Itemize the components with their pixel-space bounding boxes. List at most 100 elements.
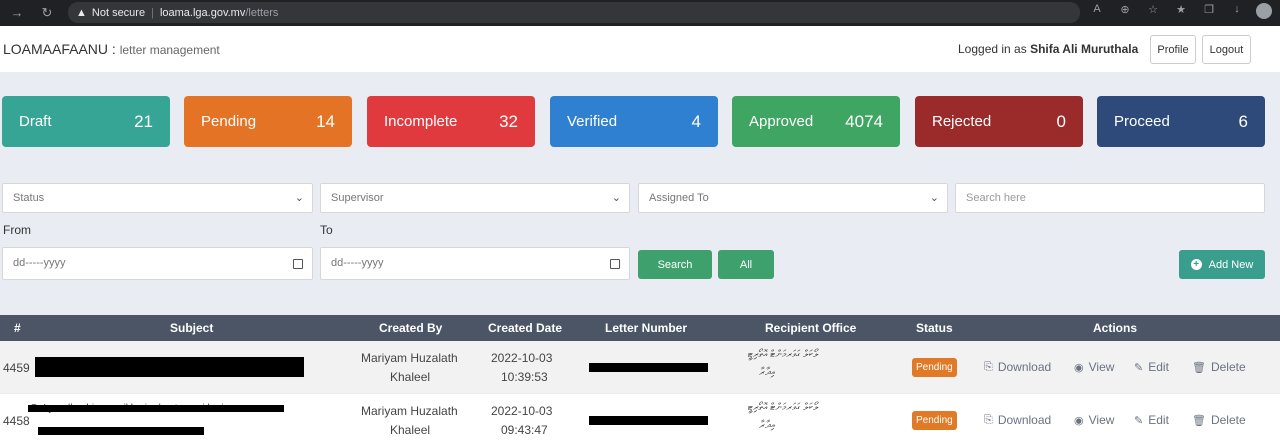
forward-icon[interactable]: → bbox=[4, 5, 30, 20]
card-incomplete[interactable]: Incomplete 32 bbox=[367, 96, 535, 147]
download-file-icon: ⎘ bbox=[984, 413, 993, 426]
view-label: View bbox=[1088, 360, 1115, 374]
url-host: loama.lga.gov.mv bbox=[159, 6, 246, 19]
recipient-line2: އިދާރާ bbox=[758, 367, 775, 378]
table-row: 4458 G. Lyundhoshi council kurir akuatam… bbox=[0, 394, 1280, 446]
calendar-icon[interactable] bbox=[293, 259, 303, 269]
eye-icon: ◉ bbox=[1074, 414, 1084, 427]
plus-circle-icon: + bbox=[1190, 259, 1202, 270]
card-draft[interactable]: Draft 21 bbox=[2, 96, 170, 147]
status-select[interactable]: Status ⌄ bbox=[2, 183, 313, 213]
chevron-down-icon: ⌄ bbox=[294, 192, 304, 204]
col-status: Status bbox=[916, 321, 953, 335]
view-label: View bbox=[1088, 413, 1115, 427]
browser-toolbar: → ↻ ▲ Not secure | loama.lga.gov.mv/lett… bbox=[0, 0, 1280, 26]
download-label: Download bbox=[997, 413, 1052, 427]
from-label: From bbox=[3, 223, 31, 237]
subject-redaction bbox=[38, 427, 204, 435]
collections-icon[interactable]: ❐ bbox=[1200, 3, 1218, 19]
status-badge: Pending bbox=[912, 411, 957, 430]
created-date: 2022-10-03 bbox=[491, 351, 553, 365]
brand: LOAMAAFAANU : letter management bbox=[3, 41, 220, 57]
calendar-icon[interactable] bbox=[610, 259, 620, 269]
edit-action[interactable]: ✎ Edit bbox=[1134, 360, 1169, 374]
edit-label: Edit bbox=[1148, 360, 1169, 374]
created-by-line1: Mariyam Huzalath bbox=[361, 404, 458, 418]
created-date: 2022-10-03 bbox=[491, 404, 553, 418]
profile-avatar[interactable] bbox=[1256, 3, 1272, 19]
letter-number-redaction bbox=[589, 416, 708, 425]
trash-icon: 🗑 bbox=[1192, 361, 1206, 374]
add-new-label: Add New bbox=[1208, 258, 1254, 271]
chevron-down-icon: ⌄ bbox=[611, 192, 621, 204]
created-time: 10:39:53 bbox=[501, 370, 548, 384]
card-approved[interactable]: Approved 4074 bbox=[732, 96, 900, 147]
card-rejected[interactable]: Rejected 0 bbox=[915, 96, 1083, 147]
favorite-icon[interactable]: ☆ bbox=[1144, 3, 1162, 19]
add-new-button[interactable]: + Add New bbox=[1179, 250, 1265, 279]
card-label: Verified bbox=[567, 113, 618, 130]
col-recipient-office: Recipient Office bbox=[765, 321, 857, 335]
all-button[interactable]: All bbox=[718, 250, 774, 279]
card-proceed[interactable]: Proceed 6 bbox=[1097, 96, 1265, 147]
address-bar[interactable]: ▲ Not secure | loama.lga.gov.mv/letters bbox=[68, 2, 1080, 23]
card-count: 0 bbox=[1056, 112, 1066, 131]
user-name: Shifa Ali Muruthala bbox=[1030, 42, 1139, 56]
search-input[interactable]: Search here bbox=[955, 183, 1265, 213]
card-count: 6 bbox=[1238, 112, 1248, 131]
eye-icon: ◉ bbox=[1074, 361, 1084, 374]
card-pending[interactable]: Pending 14 bbox=[184, 96, 352, 147]
view-action[interactable]: ◉ View bbox=[1074, 360, 1114, 374]
download-icon[interactable]: ↓ bbox=[1228, 3, 1246, 19]
download-action[interactable]: ⎘ Download bbox=[984, 413, 1051, 427]
brand-name: LOAMAAFAANU bbox=[3, 41, 109, 57]
brand-separator: : bbox=[108, 41, 120, 57]
view-action[interactable]: ◉ View bbox=[1074, 413, 1114, 427]
delete-action[interactable]: 🗑 Delete bbox=[1192, 413, 1246, 427]
status-placeholder: Status bbox=[13, 192, 45, 204]
to-date-placeholder: dd-----yyyy bbox=[331, 257, 384, 269]
created-by-line2: Khaleel bbox=[390, 370, 431, 384]
assigned-to-select[interactable]: Assigned To ⌄ bbox=[638, 183, 948, 213]
read-aloud-icon[interactable]: A bbox=[1088, 3, 1106, 19]
to-date-input[interactable]: dd-----yyyy bbox=[320, 247, 630, 280]
status-badge: Pending bbox=[912, 358, 957, 377]
recipient-line2: އިދާރާ bbox=[758, 420, 775, 431]
search-button[interactable]: Search bbox=[638, 250, 712, 279]
created-by-line2: Khaleel bbox=[390, 423, 431, 437]
download-file-icon: ⎘ bbox=[984, 360, 993, 373]
favorites-bar-icon[interactable]: ★ bbox=[1172, 3, 1190, 19]
col-created-date: Created Date bbox=[488, 321, 563, 335]
col-letter-number: Letter Number bbox=[605, 321, 688, 335]
card-verified[interactable]: Verified 4 bbox=[550, 96, 718, 147]
logout-button[interactable]: Logout bbox=[1202, 35, 1251, 64]
trash-icon: 🗑 bbox=[1192, 414, 1206, 427]
card-label: Proceed bbox=[1114, 113, 1170, 130]
supervisor-placeholder: Supervisor bbox=[331, 192, 384, 204]
profile-button[interactable]: Profile bbox=[1150, 35, 1196, 64]
supervisor-select[interactable]: Supervisor ⌄ bbox=[320, 183, 630, 213]
zoom-icon[interactable]: ⊕ bbox=[1116, 3, 1134, 19]
url-divider: | bbox=[151, 6, 154, 19]
created-by-line1: Mariyam Huzalath bbox=[361, 351, 458, 365]
card-label: Approved bbox=[749, 113, 814, 130]
search-placeholder: Search here bbox=[966, 192, 1026, 204]
row-id: 4458 bbox=[3, 414, 30, 428]
chevron-down-icon: ⌄ bbox=[929, 192, 939, 204]
col-actions: Actions bbox=[1093, 321, 1138, 335]
delete-action[interactable]: 🗑 Delete bbox=[1192, 360, 1246, 374]
download-action[interactable]: ⎘ Download bbox=[984, 360, 1051, 374]
col-created-by: Created By bbox=[379, 321, 443, 335]
brand-subtitle: letter management bbox=[119, 43, 220, 57]
card-count: 14 bbox=[316, 112, 335, 131]
security-label: Not secure bbox=[91, 6, 146, 19]
card-count: 4074 bbox=[845, 112, 883, 131]
from-date-input[interactable]: dd-----yyyy bbox=[2, 247, 313, 280]
app-header: LOAMAAFAANU : letter management Logged i… bbox=[0, 26, 1280, 72]
edit-action[interactable]: ✎ Edit bbox=[1134, 413, 1169, 427]
table-header: # Subject Created By Created Date Letter… bbox=[0, 315, 1280, 341]
edit-icon: ✎ bbox=[1134, 361, 1144, 374]
subject-redaction bbox=[35, 357, 304, 377]
card-label: Pending bbox=[201, 113, 257, 130]
reload-icon[interactable]: ↻ bbox=[34, 5, 60, 21]
